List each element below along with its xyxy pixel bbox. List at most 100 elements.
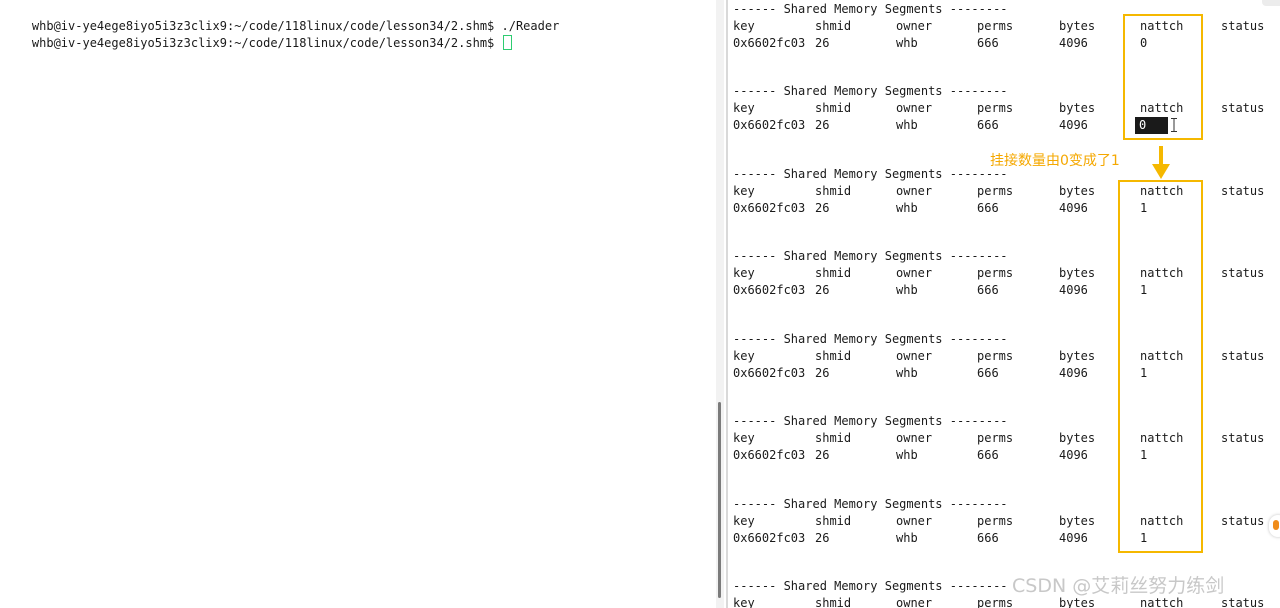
col-bytes: bytes: [1059, 19, 1096, 33]
col-owner: owner: [896, 596, 933, 608]
annotation-label: 挂接数量由0变成了1: [990, 153, 1120, 169]
col-status: status: [1221, 101, 1265, 115]
col-key: key: [733, 266, 755, 280]
left-scrollbar-thumb[interactable]: [718, 402, 721, 598]
cell-shmid: 26: [815, 36, 830, 50]
col-bytes: bytes: [1059, 101, 1096, 115]
col-status: status: [1221, 514, 1265, 528]
col-status: status: [1221, 596, 1265, 608]
cell-bytes: 4096: [1059, 118, 1088, 132]
segment-data-row: 0x6602fc03 26 whb 666 4096 1: [733, 365, 1147, 382]
col-shmid: shmid: [815, 266, 852, 280]
col-perms: perms: [977, 431, 1014, 445]
segment-header: ------ Shared Memory Segments --------: [733, 2, 1008, 16]
col-key: key: [733, 184, 755, 198]
cell-key: 0x6602fc03: [733, 531, 806, 545]
column-header-row: key shmid owner perms bytes nattch statu…: [733, 265, 1264, 282]
terminal-line: whb@iv-ye4ege8iyo5i3z3clix9:~/code/118li…: [3, 18, 512, 50]
col-status: status: [1221, 349, 1265, 363]
column-header-row: key shmid owner perms bytes nattch statu…: [733, 513, 1264, 530]
col-owner: owner: [896, 349, 933, 363]
cell-bytes: 4096: [1059, 36, 1088, 50]
cell-owner: whb: [896, 118, 918, 132]
col-perms: perms: [977, 596, 1014, 608]
cell-owner: whb: [896, 36, 918, 50]
shell-prompt: whb@iv-ye4ege8iyo5i3z3clix9:~/code/118li…: [31, 36, 495, 50]
col-bytes: bytes: [1059, 431, 1096, 445]
cell-bytes: 4096: [1059, 448, 1088, 462]
cell-perms: 666: [977, 36, 999, 50]
cell-bytes: 4096: [1059, 366, 1088, 380]
side-widget-badge[interactable]: [1269, 515, 1280, 537]
cell-owner: whb: [896, 531, 918, 545]
cell-owner: whb: [896, 283, 918, 297]
col-perms: perms: [977, 19, 1014, 33]
segment-header: ------ Shared Memory Segments --------: [733, 497, 1008, 511]
col-key: key: [733, 349, 755, 363]
column-header-row: key shmid owner perms bytes nattch statu…: [733, 430, 1264, 447]
cell-key: 0x6602fc03: [733, 36, 806, 50]
column-header-row: key shmid owner perms bytes nattch statu…: [733, 183, 1264, 200]
column-header-row: key shmid owner perms bytes nattch statu…: [733, 18, 1264, 35]
col-bytes: bytes: [1059, 266, 1096, 280]
segment-data-row: 0x6602fc03 26 whb 666 4096 1: [733, 282, 1147, 299]
col-status: status: [1221, 184, 1265, 198]
segment-data-row: 0x6602fc03 26 whb 666 4096 0: [733, 35, 1147, 52]
col-perms: perms: [977, 101, 1014, 115]
col-owner: owner: [896, 184, 933, 198]
col-shmid: shmid: [815, 431, 852, 445]
cell-perms: 666: [977, 118, 999, 132]
cell-key: 0x6602fc03: [733, 283, 806, 297]
cell-bytes: 4096: [1059, 283, 1088, 297]
col-owner: owner: [896, 431, 933, 445]
cell-perms: 666: [977, 531, 999, 545]
col-status: status: [1221, 266, 1265, 280]
cell-key: 0x6602fc03: [733, 201, 806, 215]
col-owner: owner: [896, 266, 933, 280]
watermark: CSDN @艾莉丝努力练剑: [1012, 575, 1225, 597]
col-key: key: [733, 101, 755, 115]
segment-header: ------ Shared Memory Segments --------: [733, 249, 1008, 263]
col-owner: owner: [896, 514, 933, 528]
cell-perms: 666: [977, 283, 999, 297]
left-terminal-pane[interactable]: whb@iv-ye4ege8iyo5i3z3clix9:~/code/118li…: [0, 0, 716, 608]
cell-owner: whb: [896, 201, 918, 215]
col-shmid: shmid: [815, 349, 852, 363]
segment-data-row: 0x6602fc03 26 whb 666 4096 1: [733, 530, 1147, 547]
col-shmid: shmid: [815, 101, 852, 115]
segment-header: ------ Shared Memory Segments --------: [733, 579, 1008, 593]
col-perms: perms: [977, 349, 1014, 363]
col-key: key: [733, 19, 755, 33]
col-bytes: bytes: [1059, 349, 1096, 363]
cell-key: 0x6602fc03: [733, 448, 806, 462]
highlight-box-after: [1118, 180, 1203, 553]
cell-shmid: 26: [815, 201, 830, 215]
column-header-row: key shmid owner perms bytes nattch statu…: [733, 100, 1264, 117]
cell-perms: 666: [977, 448, 999, 462]
col-key: key: [733, 431, 755, 445]
terminal-line: whb@iv-ye4ege8iyo5i3z3clix9:~/code/118li…: [3, 1, 559, 33]
col-owner: owner: [896, 101, 933, 115]
column-header-row: key shmid owner perms bytes nattch statu…: [733, 348, 1264, 365]
col-owner: owner: [896, 19, 933, 33]
col-perms: perms: [977, 514, 1014, 528]
col-perms: perms: [977, 184, 1014, 198]
cell-owner: whb: [896, 366, 918, 380]
cell-bytes: 4096: [1059, 201, 1088, 215]
cell-key: 0x6602fc03: [733, 118, 806, 132]
segment-header: ------ Shared Memory Segments --------: [733, 332, 1008, 346]
shell-command[interactable]: [494, 36, 501, 50]
column-header-row: key shmid owner perms bytes nattch statu…: [733, 595, 1264, 608]
cell-shmid: 26: [815, 448, 830, 462]
cell-shmid: 26: [815, 283, 830, 297]
col-status: status: [1221, 19, 1265, 33]
cell-shmid: 26: [815, 118, 830, 132]
cell-perms: 666: [977, 201, 999, 215]
segment-header: ------ Shared Memory Segments --------: [733, 414, 1008, 428]
col-shmid: shmid: [815, 19, 852, 33]
cell-bytes: 4096: [1059, 531, 1088, 545]
col-key: key: [733, 514, 755, 528]
arrow-down-icon: [1151, 146, 1171, 180]
segment-data-row: 0x6602fc03 26 whb 666 4096 0: [733, 117, 1169, 134]
highlight-box-before: [1123, 14, 1203, 140]
